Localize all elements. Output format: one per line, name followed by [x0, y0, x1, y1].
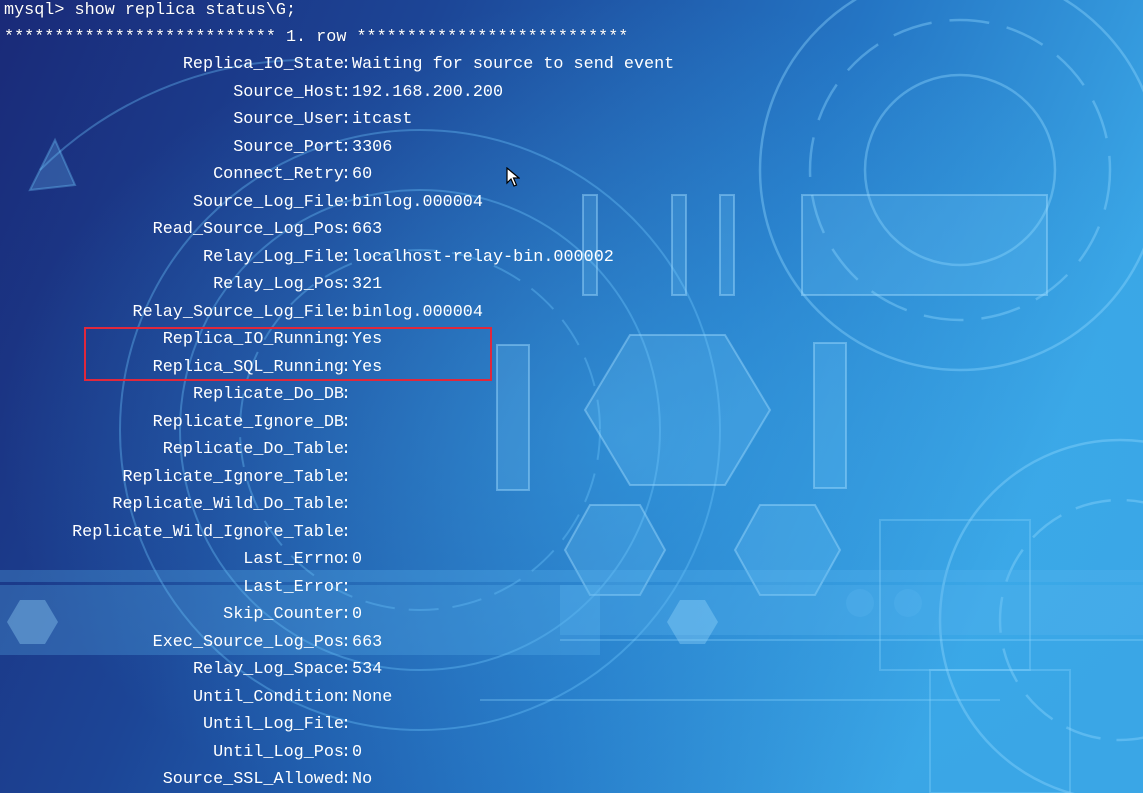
field-separator: :: [341, 412, 352, 432]
row-header: *************************** 1. row *****…: [4, 28, 629, 47]
field-separator: :: [341, 137, 352, 157]
status-row: Replicate_Ignore_Table:: [0, 464, 1143, 491]
field-separator: :: [341, 220, 352, 239]
field-value: No: [352, 770, 373, 789]
field-name: Until_Log_File: [203, 715, 344, 734]
field-value: 663: [352, 220, 383, 239]
status-row: Replicate_Do_DB:: [0, 381, 1143, 408]
field-separator: :: [341, 275, 352, 294]
field-name: Last_Errno: [243, 550, 344, 569]
field-separator: :: [341, 495, 352, 514]
status-row: Connect_Retry:60: [0, 161, 1143, 188]
field-name: Replica_IO_State: [182, 55, 344, 74]
status-row: Source_Host:192.168.200.200: [0, 79, 1143, 106]
field-name: Connect_Retry: [213, 165, 344, 184]
field-name: Replicate_Ignore_Table: [122, 467, 344, 487]
field-name: Relay_Log_File: [203, 247, 344, 267]
field-name: Relay_Log_Pos: [213, 275, 344, 294]
status-row: Relay_Source_Log_File: binlog.000004: [0, 299, 1143, 326]
status-row: Last_Error:: [0, 574, 1143, 601]
status-row: Replica_IO_State: Waiting for source to s…: [0, 51, 1143, 78]
status-row: Source_Log_File: binlog.000004: [0, 189, 1143, 216]
field-name: Source_Port: [233, 137, 344, 157]
field-separator: :: [341, 770, 352, 789]
status-row: Last_Errno:0: [0, 546, 1143, 573]
field-value: Waiting for source to send event: [352, 55, 675, 74]
field-value: binlog.000004: [352, 302, 483, 322]
status-row: Replicate_Do_Table:: [0, 436, 1143, 463]
command-prompt: mysql> show replica status\G;: [4, 1, 297, 20]
mouse-pointer-icon: [506, 167, 520, 187]
field-name: Source_Host: [233, 82, 344, 102]
field-value: binlog.000004: [352, 192, 483, 212]
field-separator: :: [341, 660, 352, 679]
field-separator: :: [341, 467, 352, 487]
field-separator: :: [341, 605, 352, 624]
field-value: 0: [352, 605, 363, 624]
status-row: Source_SSL_Allowed: No: [0, 766, 1143, 793]
field-name: Replicate_Ignore_DB: [152, 412, 344, 432]
field-value: 321: [352, 275, 383, 294]
status-row: Replicate_Wild_Ignore_Table:: [0, 519, 1143, 546]
field-name: Replicate_Do_DB: [192, 385, 344, 404]
status-row: Source_Port:3306: [0, 134, 1143, 161]
terminal-window[interactable]: mysql> show replica status\G; **********…: [0, 0, 1143, 793]
field-name: Exec_Source_Log_Pos: [152, 632, 344, 652]
status-row: Skip_Counter:0: [0, 601, 1143, 628]
status-row: Relay_Log_File: localhost-relay-bin.00000…: [0, 244, 1143, 271]
status-row: Until_Condition: None: [0, 684, 1143, 711]
field-separator: :: [341, 192, 352, 212]
status-row: Until_Log_Pos:0: [0, 739, 1143, 766]
status-row: Source_User: itcast: [0, 106, 1143, 133]
field-separator: :: [341, 440, 352, 459]
field-value: 3306: [352, 137, 393, 157]
field-value: 0: [352, 742, 363, 762]
status-row: Replicate_Wild_Do_Table:: [0, 491, 1143, 518]
field-separator: :: [341, 55, 352, 74]
field-name: Source_User: [233, 110, 344, 129]
field-separator: :: [341, 110, 352, 129]
field-separator: :: [341, 742, 352, 762]
status-row: Relay_Log_Space:534: [0, 656, 1143, 683]
field-name: Source_Log_File: [192, 192, 344, 212]
field-name: Relay_Source_Log_File: [132, 302, 344, 322]
field-name: Replicate_Wild_Do_Table: [112, 495, 344, 514]
field-separator: :: [341, 385, 352, 404]
field-name: Source_SSL_Allowed: [162, 770, 344, 789]
field-value: None: [352, 687, 393, 707]
field-value: localhost-relay-bin.000002: [352, 247, 614, 267]
field-name: Replicate_Do_Table: [162, 440, 344, 459]
field-value: 192.168.200.200: [352, 82, 504, 102]
field-value: 0: [352, 550, 363, 569]
status-row: Until_Log_File:: [0, 711, 1143, 738]
field-separator: :: [341, 82, 352, 102]
status-row: Read_Source_Log_Pos:663: [0, 216, 1143, 243]
field-value: 60: [352, 165, 373, 184]
field-name: Skip_Counter: [223, 605, 344, 624]
running-status-highlight: [84, 327, 492, 381]
field-value: itcast: [352, 110, 413, 129]
field-name: Replicate_Wild_Ignore_Table: [72, 522, 344, 542]
status-row: Exec_Source_Log_Pos:663: [0, 629, 1143, 656]
field-value: 534: [352, 660, 383, 679]
field-name: Last_Error: [243, 577, 344, 597]
field-separator: :: [341, 522, 352, 542]
field-name: Until_Log_Pos: [213, 742, 344, 762]
field-name: Relay_Log_Space: [192, 660, 344, 679]
field-separator: :: [341, 247, 352, 267]
field-separator: :: [341, 632, 352, 652]
field-name: Until_Condition: [192, 687, 344, 707]
field-separator: :: [341, 302, 352, 322]
status-row: Replicate_Ignore_DB:: [0, 409, 1143, 436]
field-separator: :: [341, 687, 352, 707]
field-separator: :: [341, 165, 352, 184]
field-separator: :: [341, 715, 352, 734]
field-separator: :: [341, 577, 352, 597]
field-name: Read_Source_Log_Pos: [152, 220, 344, 239]
field-value: 663: [352, 632, 383, 652]
field-separator: :: [341, 550, 352, 569]
status-row: Relay_Log_Pos:321: [0, 271, 1143, 298]
